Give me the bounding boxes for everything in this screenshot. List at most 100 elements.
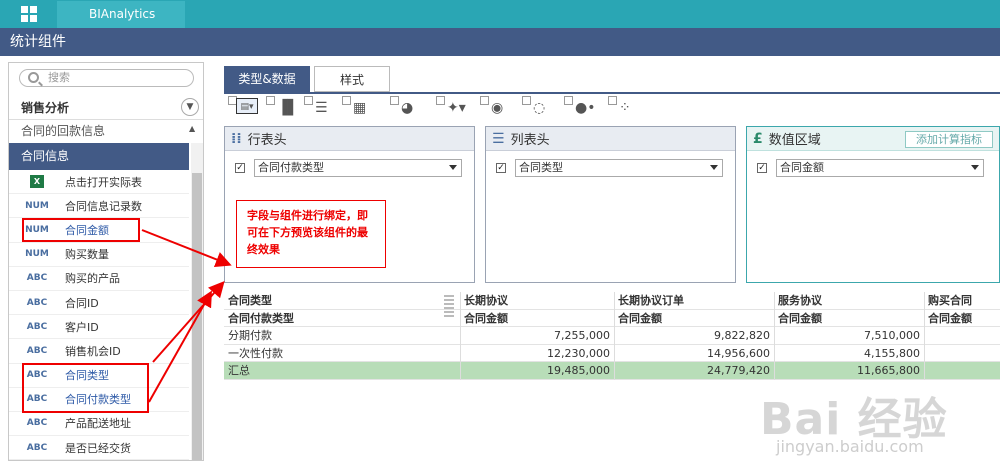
sidebar-item-payment-info[interactable]: 合同的回款信息 bbox=[21, 122, 105, 139]
row-field-checkbox[interactable]: ✓ bbox=[235, 163, 245, 173]
column-header: 服务协议 bbox=[778, 294, 822, 307]
checkbox[interactable] bbox=[608, 96, 617, 105]
value-zone[interactable]: £ 数值区域 添加计算指标 ✓ 合同金额 bbox=[746, 126, 1000, 283]
row-header-title: 行表头 bbox=[247, 133, 287, 148]
field-item[interactable]: ABC 购买的产品 bbox=[9, 267, 189, 291]
field-label: 购买数量 bbox=[65, 248, 109, 262]
field-item[interactable]: ABC 产品配送地址 bbox=[9, 412, 189, 437]
value-zone-title: 数值区域 bbox=[768, 133, 821, 148]
num-type-badge: NUM bbox=[25, 200, 49, 211]
column-header-icon: ☰ bbox=[492, 130, 505, 147]
field-label: 合同信息记录数 bbox=[65, 199, 142, 213]
checkbox[interactable] bbox=[564, 96, 573, 105]
preview-table: 合同类型 长期协议 长期协议订单 服务协议 购买合同 合同付款类型 合同金额 合同金额 合同金额… bbox=[224, 292, 1000, 380]
scrollbar[interactable] bbox=[191, 143, 203, 460]
app-menu-grid-icon[interactable] bbox=[0, 0, 57, 28]
bar-chart-icon: ☰ bbox=[315, 100, 328, 116]
excel-icon: X bbox=[9, 175, 65, 189]
value-cell: 11,665,800 bbox=[857, 364, 920, 378]
value-field-checkbox[interactable]: ✓ bbox=[757, 163, 767, 173]
value-cell bbox=[924, 327, 1000, 345]
field-label: 销售机会ID bbox=[65, 344, 121, 358]
field-item[interactable]: ABC 销售机会ID bbox=[9, 339, 189, 364]
table-type-button[interactable]: ▤▾ bbox=[228, 96, 258, 116]
field-item[interactable]: NUM 合同信息记录数 bbox=[9, 194, 189, 219]
drag-handle-icon[interactable] bbox=[444, 295, 454, 325]
pound-icon: £ bbox=[753, 130, 763, 147]
measure-header: 合同金额 bbox=[778, 311, 822, 325]
value-cell: 14,956,600 bbox=[707, 346, 770, 360]
scroll-up-icon[interactable]: ▲ bbox=[189, 124, 195, 133]
value-cell: 12,230,000 bbox=[547, 346, 610, 360]
column-separator bbox=[924, 292, 925, 380]
row-label: 一次性付款 bbox=[228, 346, 283, 360]
section-title: 销售分析 bbox=[21, 101, 70, 115]
value-cell: 7,255,000 bbox=[554, 329, 610, 343]
row-label: 汇总 bbox=[228, 364, 250, 378]
value-cell bbox=[924, 345, 1000, 363]
chevron-down-icon bbox=[710, 165, 718, 170]
stacked-bar-icon: ▦ bbox=[353, 100, 367, 116]
scatter-icon: ⁘ bbox=[619, 100, 631, 116]
chart-type-toolbar: ▤▾ ▐▌ ☰ ▦ ◕ ✦▾ ◉ ◌ ●• ⁘ bbox=[224, 94, 1000, 118]
search-placeholder: 搜索 bbox=[48, 71, 70, 84]
checkbox[interactable] bbox=[390, 96, 399, 105]
column-field-checkbox[interactable]: ✓ bbox=[496, 163, 506, 173]
chevron-down-icon[interactable]: ▼ bbox=[181, 98, 199, 116]
field-label: 产品配送地址 bbox=[65, 417, 131, 431]
app-tab[interactable]: BIAnalytics bbox=[57, 1, 185, 28]
value-field-select[interactable]: 合同金额 bbox=[776, 159, 984, 177]
value-cell: 24,779,420 bbox=[707, 364, 770, 378]
bar-chart-button[interactable]: ☰ bbox=[304, 96, 332, 116]
checkbox[interactable] bbox=[304, 96, 313, 105]
checkbox[interactable] bbox=[522, 96, 531, 105]
bubble-chart-button[interactable]: ●• bbox=[564, 96, 595, 116]
column-field-select[interactable]: 合同类型 bbox=[515, 159, 723, 177]
watermark-url: jingyan.baidu.com bbox=[776, 437, 924, 456]
divider bbox=[9, 119, 203, 120]
abc-type-badge: ABC bbox=[26, 418, 48, 429]
field-label: 合同ID bbox=[65, 296, 99, 310]
abc-type-badge: ABC bbox=[26, 442, 48, 453]
field-list: X 点击打开实际表 NUM 合同信息记录数 NUM 合同金额 NUM 购买数量 ABC 购买的产品… bbox=[9, 170, 189, 460]
checkbox[interactable] bbox=[342, 96, 351, 105]
gauge-chart-button[interactable]: ◉ bbox=[480, 96, 508, 116]
field-item[interactable]: X 点击打开实际表 bbox=[9, 170, 189, 195]
field-item[interactable]: ABC 是否已经交货 bbox=[9, 436, 189, 460]
pie-chart-icon: ◕ bbox=[401, 100, 414, 116]
highlight-box-type bbox=[22, 363, 149, 413]
stacked-bar-button[interactable]: ▦ bbox=[342, 96, 370, 116]
row-header-icon: ⁞⁞ bbox=[231, 130, 242, 147]
value-cell: 19,485,000 bbox=[547, 364, 610, 378]
num-type-badge: NUM bbox=[25, 249, 49, 260]
column-header: 长期协议 bbox=[464, 294, 508, 307]
checkbox[interactable] bbox=[266, 96, 275, 105]
checkbox[interactable] bbox=[436, 96, 445, 105]
checkbox[interactable] bbox=[480, 96, 489, 105]
scrollbar-thumb[interactable] bbox=[192, 173, 202, 460]
highlight-box-amount bbox=[22, 218, 140, 242]
field-item[interactable]: NUM 购买数量 bbox=[9, 243, 189, 267]
pie-chart-button[interactable]: ◕ bbox=[390, 96, 418, 116]
row-field-select[interactable]: 合同付款类型 bbox=[254, 159, 462, 177]
field-item[interactable]: ABC 合同ID bbox=[9, 291, 189, 316]
search-input[interactable]: 搜索 bbox=[19, 69, 194, 87]
table-icon: ▤▾ bbox=[236, 98, 258, 114]
map-chart-button[interactable]: ✦▾ bbox=[436, 96, 466, 116]
tab-type-data[interactable]: 类型&数据 bbox=[224, 66, 310, 92]
column-header-zone[interactable]: ☰ 列表头 ✓ 合同类型 bbox=[485, 126, 736, 283]
field-label: 客户ID bbox=[65, 320, 99, 334]
scatter-chart-button[interactable]: ⁘ bbox=[608, 96, 636, 116]
total-row: 汇总 19,485,000 24,779,420 11,665,800 bbox=[224, 362, 1000, 380]
excel-badge: X bbox=[30, 175, 44, 189]
add-calc-metric-button[interactable]: 添加计算指标 bbox=[905, 131, 993, 148]
abc-type-badge: ABC bbox=[26, 321, 48, 332]
column-separator bbox=[614, 292, 615, 380]
map-icon: ✦▾ bbox=[447, 100, 466, 116]
group-header[interactable]: 合同信息 bbox=[9, 143, 189, 170]
table-header-row: 合同类型 长期协议 长期协议订单 服务协议 购买合同 bbox=[224, 292, 1000, 310]
donut-chart-button[interactable]: ◌ bbox=[522, 96, 550, 116]
field-item[interactable]: ABC 客户ID bbox=[9, 315, 189, 340]
tab-style[interactable]: 样式 bbox=[314, 66, 390, 92]
column-chart-button[interactable]: ▐▌ bbox=[266, 96, 299, 116]
